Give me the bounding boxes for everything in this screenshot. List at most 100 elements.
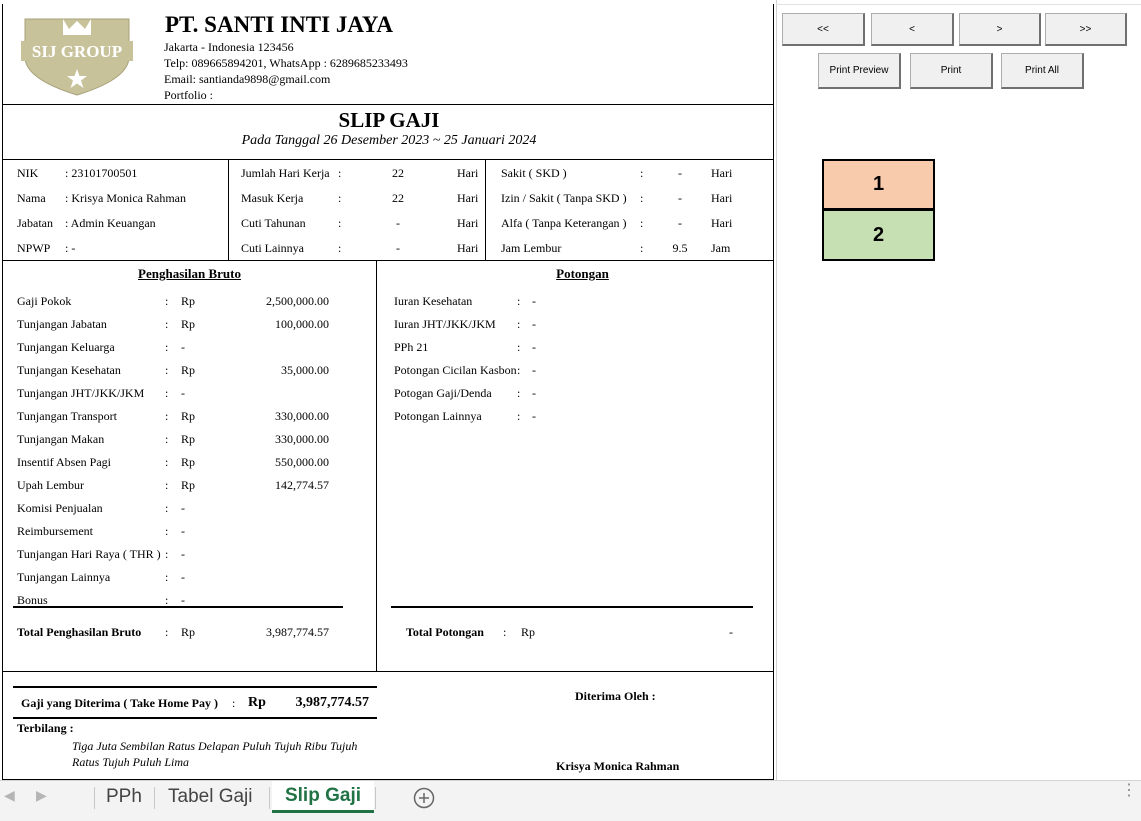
- attendance-value: -: [396, 241, 400, 255]
- slip-period: Pada Tanggal 26 Desember 2023 ~ 25 Janua…: [241, 133, 537, 148]
- deduction-item-value: -: [532, 294, 536, 308]
- scroll-right-icon[interactable]: ▶: [36, 787, 47, 804]
- absence-value: -: [678, 166, 682, 180]
- income-item-label: Insentif Absen Pagi: [17, 455, 111, 469]
- last-record-button[interactable]: >>: [1045, 13, 1127, 46]
- deduction-total-label: Total Potongan: [406, 625, 484, 639]
- employee-position-label: Jabatan: [17, 216, 53, 230]
- income-item-colon: :: [165, 547, 169, 561]
- income-item-currency: -: [181, 501, 185, 515]
- selector-box-2[interactable]: 2: [822, 209, 935, 261]
- income-item-label: Gaji Pokok: [17, 294, 72, 308]
- more-options-icon[interactable]: ⋮: [1121, 783, 1137, 799]
- previous-record-button[interactable]: <: [871, 13, 954, 46]
- first-record-button[interactable]: <<: [782, 13, 865, 46]
- deduction-item-colon: :: [517, 363, 521, 377]
- income-item-colon: :: [165, 363, 169, 377]
- deduction-total-currency: Rp: [521, 625, 536, 639]
- income-item-currency: -: [181, 340, 185, 354]
- income-item-amount: 330,000.00: [275, 432, 329, 446]
- employee-position-value: : Admin Keuangan: [65, 216, 156, 230]
- scroll-left-icon[interactable]: ◀: [4, 787, 15, 804]
- deduction-item-label: Iuran JHT/JKK/JKM: [394, 317, 496, 331]
- received-by-label: Diterima Oleh :: [575, 689, 656, 703]
- company-portfolio: Portfolio :: [164, 88, 214, 102]
- income-item-currency: -: [181, 547, 185, 561]
- income-item-label: Komisi Penjualan: [17, 501, 103, 515]
- attendance-value: 22: [392, 191, 404, 205]
- income-item-label: Tunjangan Hari Raya ( THR ): [17, 547, 161, 561]
- deduction-item-colon: :: [517, 294, 521, 308]
- employee-npwp-value: : -: [65, 241, 76, 255]
- income-total-amount: 3,987,774.57: [266, 625, 329, 639]
- deduction-item-value: -: [532, 340, 536, 354]
- income-item-amount: 100,000.00: [275, 317, 329, 331]
- income-item-colon: :: [165, 386, 169, 400]
- deduction-item-label: Potongan Cicilan Kasbon: [394, 363, 517, 377]
- absence-label: Sakit ( SKD ): [501, 166, 567, 180]
- company-phone: Telp: 089665894201, WhatsApp : 628968523…: [164, 56, 408, 70]
- absence-label: Jam Lembur: [501, 241, 562, 255]
- attendance-unit: Hari: [457, 216, 479, 230]
- income-item-currency: Rp: [181, 455, 196, 469]
- income-item-currency: Rp: [181, 294, 196, 308]
- print-button[interactable]: Print: [910, 53, 993, 89]
- attendance-label: Masuk Kerja: [241, 191, 304, 205]
- deduction-item-colon: :: [517, 340, 521, 354]
- add-sheet-icon[interactable]: [413, 787, 435, 809]
- attendance-colon: :: [338, 216, 342, 230]
- deduction-total-amount: -: [729, 625, 733, 639]
- income-item-colon: :: [165, 409, 169, 423]
- income-item-colon: :: [165, 570, 169, 584]
- income-item-label: Tunjangan Makan: [17, 432, 105, 446]
- deduction-item-value: -: [532, 386, 536, 400]
- employee-name-label: Nama: [17, 191, 46, 205]
- company-email: Email: santianda9898@gmail.com: [164, 72, 331, 86]
- company-address: Jakarta - Indonesia 123456: [164, 40, 294, 54]
- income-item-colon: :: [165, 501, 169, 515]
- next-record-button[interactable]: >: [959, 13, 1041, 46]
- income-item-label: Upah Lembur: [17, 478, 84, 492]
- employee-nik-label: NIK: [17, 166, 39, 180]
- absence-label: Izin / Sakit ( Tanpa SKD ): [501, 191, 627, 205]
- income-total-currency: Rp: [181, 625, 196, 639]
- tab-pph[interactable]: PPh: [106, 781, 142, 813]
- attendance-label: Cuti Lainnya: [241, 241, 304, 255]
- attendance-unit: Hari: [457, 241, 479, 255]
- deduction-item-value: -: [532, 363, 536, 377]
- income-item-colon: :: [165, 455, 169, 469]
- absence-colon: :: [640, 241, 644, 255]
- deduction-item-label: Potongan Lainnya: [394, 409, 482, 423]
- income-item-currency: -: [181, 570, 185, 584]
- income-item-amount: 2,500,000.00: [266, 294, 329, 308]
- income-item-currency: -: [181, 386, 185, 400]
- income-item-colon: :: [165, 340, 169, 354]
- income-item-label: Tunjangan Lainnya: [17, 570, 111, 584]
- income-item-colon: :: [165, 478, 169, 492]
- print-preview-button[interactable]: Print Preview: [818, 53, 901, 89]
- income-item-label: Tunjangan Kesehatan: [17, 363, 121, 377]
- slip-title: SLIP GAJI: [338, 108, 440, 132]
- absence-value: 9.5: [672, 241, 688, 255]
- company-name: PT. SANTI INTI JAYA: [165, 12, 393, 37]
- income-item-colon: :: [165, 432, 169, 446]
- terbilang-line2: Ratus Tujuh Puluh Lima: [72, 755, 190, 769]
- employee-name-value: : Krisya Monica Rahman: [65, 191, 186, 205]
- deduction-item-colon: :: [517, 409, 521, 423]
- print-all-button[interactable]: Print All: [1001, 53, 1084, 89]
- take-home-colon: :: [232, 696, 236, 710]
- income-item-amount: 550,000.00: [275, 455, 329, 469]
- tab-tabel-gaji[interactable]: Tabel Gaji: [168, 781, 253, 813]
- tab-slip-gaji[interactable]: Slip Gaji: [272, 781, 374, 813]
- income-item-colon: :: [165, 317, 169, 331]
- attendance-colon: :: [338, 241, 342, 255]
- absence-unit: Hari: [711, 216, 733, 230]
- deduction-total-colon: :: [503, 625, 507, 639]
- take-home-currency: Rp: [248, 695, 266, 710]
- absence-colon: :: [640, 166, 644, 180]
- selector-box-1[interactable]: 1: [822, 159, 935, 210]
- income-item-colon: :: [165, 524, 169, 538]
- income-item-currency: -: [181, 524, 185, 538]
- income-item-currency: Rp: [181, 432, 196, 446]
- attendance-value: 22: [392, 166, 404, 180]
